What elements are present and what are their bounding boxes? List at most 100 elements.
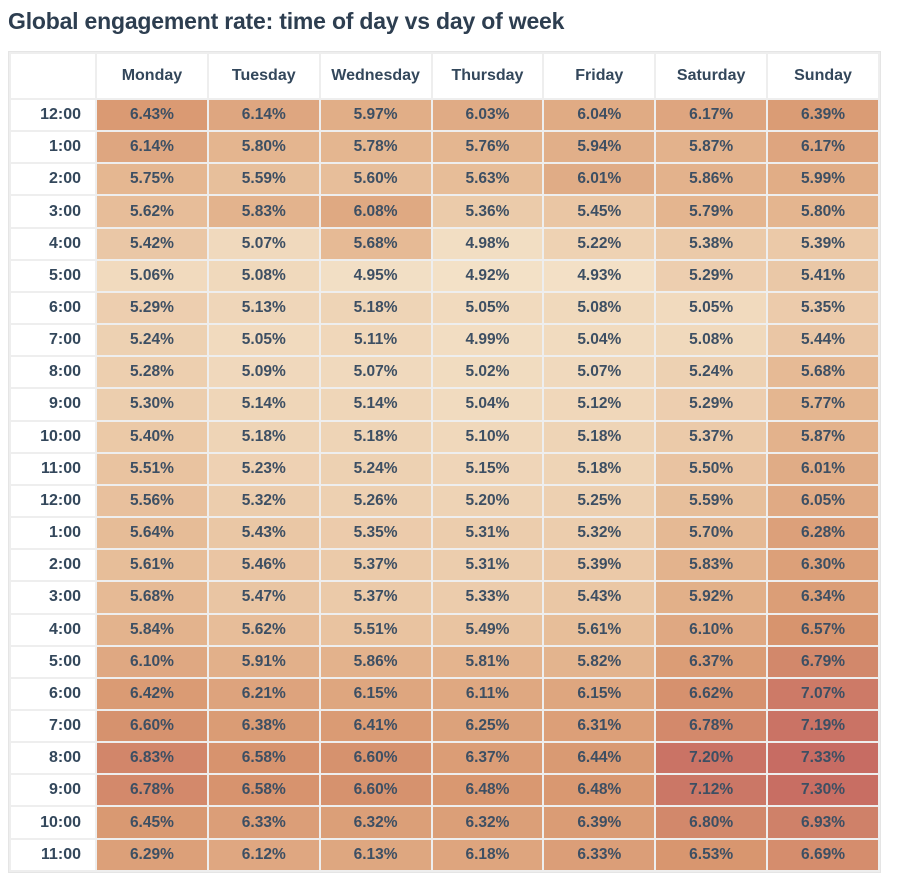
heatmap-row: 2:00 5.75% 5.59% 5.60% 5.63% 6.01% 5.86% 5.99% (11, 164, 878, 195)
heatmap-cell-saturday: 6.37% (656, 646, 767, 677)
heatmap-cell-wednesday: 5.11% (320, 325, 431, 356)
row-label: 3:00 (11, 196, 95, 227)
heatmap-cell-thursday: 5.76% (432, 132, 543, 163)
row-label: 10:00 (11, 807, 95, 838)
heatmap-cell-thursday: 5.05% (432, 292, 543, 324)
heatmap-cell-wednesday: 5.14% (320, 389, 431, 420)
heatmap-cell-friday: 5.39% (544, 550, 655, 581)
heatmap-cell-tuesday: 5.83% (208, 196, 319, 227)
heatmap-cell-friday: 5.32% (544, 518, 655, 549)
heatmap-cell-thursday: 5.49% (432, 614, 543, 645)
heatmap-cell-tuesday: 5.07% (208, 228, 319, 259)
heatmap-cell-thursday: 6.37% (432, 743, 543, 774)
heatmap-cell-sunday: 5.80% (768, 196, 878, 227)
row-label: 9:00 (11, 775, 95, 806)
heatmap-cell-wednesday: 5.26% (320, 485, 431, 517)
heatmap-cell-monday: 6.45% (97, 807, 207, 838)
heatmap-cell-wednesday: 5.60% (320, 164, 431, 195)
heatmap-cell-saturday: 5.87% (656, 132, 767, 163)
heatmap-cell-wednesday: 6.41% (320, 710, 431, 742)
heatmap-cell-monday: 6.29% (97, 839, 207, 870)
heatmap-row: 2:00 5.61% 5.46% 5.37% 5.31% 5.39% 5.83% 6.30% (11, 550, 878, 581)
heatmap-cell-sunday: 6.17% (768, 132, 878, 163)
heatmap-cell-friday: 6.04% (544, 100, 655, 131)
row-label: 8:00 (11, 743, 95, 774)
heatmap-cell-tuesday: 5.80% (208, 132, 319, 163)
heatmap-row: 3:00 5.62% 5.83% 6.08% 5.36% 5.45% 5.79% 5.80% (11, 196, 878, 227)
heatmap-cell-wednesday: 6.60% (320, 775, 431, 806)
heatmap-cell-sunday: 6.79% (768, 646, 878, 677)
heatmap-cell-wednesday: 5.37% (320, 582, 431, 613)
heatmap-cell-monday: 5.42% (97, 228, 207, 259)
column-header-row: Monday Tuesday Wednesday Thursday Friday Satu… (11, 54, 878, 98)
heatmap-cell-friday: 6.39% (544, 807, 655, 838)
heatmap-cell-monday: 5.75% (97, 164, 207, 195)
heatmap-cell-monday: 6.43% (97, 100, 207, 131)
heatmap-cell-friday: 6.44% (544, 743, 655, 774)
heatmap-row: 11:00 6.29% 6.12% 6.13% 6.18% 6.33% 6.53% 6.69% (11, 839, 878, 870)
heatmap-cell-tuesday: 6.33% (208, 807, 319, 838)
heatmap-cell-thursday: 5.63% (432, 164, 543, 195)
heatmap-cell-thursday: 5.10% (432, 421, 543, 452)
heatmap-row: 12:00 5.56% 5.32% 5.26% 5.20% 5.25% 5.59% 6.05% (11, 485, 878, 517)
column-header-saturday: Saturday (656, 54, 767, 98)
heatmap-cell-thursday: 5.04% (432, 389, 543, 420)
row-label: 2:00 (11, 550, 95, 581)
row-label: 8:00 (11, 357, 95, 388)
heatmap-cell-friday: 5.94% (544, 132, 655, 163)
heatmap-cell-sunday: 5.44% (768, 325, 878, 356)
heatmap-row: 4:00 5.42% 5.07% 5.68% 4.98% 5.22% 5.38% 5.39% (11, 228, 878, 259)
column-header-sunday: Sunday (768, 54, 878, 98)
heatmap-cell-monday: 5.29% (97, 292, 207, 324)
heatmap-cell-sunday: 5.77% (768, 389, 878, 420)
heatmap-cell-sunday: 7.07% (768, 678, 878, 709)
heatmap-cell-tuesday: 5.18% (208, 421, 319, 452)
row-label: 11:00 (11, 839, 95, 870)
row-label: 1:00 (11, 132, 95, 163)
heatmap-cell-wednesday: 5.97% (320, 100, 431, 131)
column-header-monday: Monday (97, 54, 207, 98)
heatmap-cell-friday: 5.61% (544, 614, 655, 645)
heatmap-cell-friday: 5.07% (544, 357, 655, 388)
heatmap-cell-saturday: 6.80% (656, 807, 767, 838)
heatmap-cell-friday: 6.01% (544, 164, 655, 195)
heatmap-row: 6:00 5.29% 5.13% 5.18% 5.05% 5.08% 5.05% 5.35% (11, 292, 878, 324)
heatmap-cell-friday: 5.45% (544, 196, 655, 227)
heatmap-cell-monday: 5.56% (97, 485, 207, 517)
heatmap-cell-tuesday: 5.08% (208, 260, 319, 291)
column-header-tuesday: Tuesday (208, 54, 319, 98)
heatmap-cell-tuesday: 5.91% (208, 646, 319, 677)
heatmap-cell-thursday: 4.92% (432, 260, 543, 291)
heatmap-cell-saturday: 5.24% (656, 357, 767, 388)
heatmap-cell-friday: 4.93% (544, 260, 655, 291)
heatmap-cell-wednesday: 6.15% (320, 678, 431, 709)
heatmap-cell-wednesday: 6.32% (320, 807, 431, 838)
row-label: 9:00 (11, 389, 95, 420)
heatmap-cell-saturday: 5.38% (656, 228, 767, 259)
heatmap-table-container: Monday Tuesday Wednesday Thursday Friday Satu… (8, 51, 881, 873)
heatmap-cell-friday: 5.22% (544, 228, 655, 259)
heatmap-cell-thursday: 5.33% (432, 582, 543, 613)
heatmap-cell-tuesday: 5.47% (208, 582, 319, 613)
row-label: 10:00 (11, 421, 95, 452)
heatmap-cell-thursday: 6.25% (432, 710, 543, 742)
heatmap-cell-sunday: 6.28% (768, 518, 878, 549)
heatmap-cell-thursday: 5.02% (432, 357, 543, 388)
heatmap-cell-saturday: 5.83% (656, 550, 767, 581)
heatmap-cell-thursday: 5.81% (432, 646, 543, 677)
heatmap-cell-monday: 5.68% (97, 582, 207, 613)
heatmap-cell-saturday: 5.50% (656, 453, 767, 484)
heatmap-cell-thursday: 5.31% (432, 518, 543, 549)
heatmap-cell-tuesday: 6.38% (208, 710, 319, 742)
heatmap-cell-sunday: 6.57% (768, 614, 878, 645)
heatmap-cell-tuesday: 5.23% (208, 453, 319, 484)
heatmap-body: 12:00 6.43% 6.14% 5.97% 6.03% 6.04% 6.17% 6.39%… (11, 100, 878, 870)
heatmap-cell-saturday: 5.29% (656, 389, 767, 420)
corner-cell (11, 54, 95, 98)
heatmap-cell-sunday: 5.39% (768, 228, 878, 259)
heatmap-cell-sunday: 5.99% (768, 164, 878, 195)
heatmap-cell-wednesday: 4.95% (320, 260, 431, 291)
heatmap-cell-monday: 5.64% (97, 518, 207, 549)
heatmap-cell-sunday: 5.87% (768, 421, 878, 452)
heatmap-cell-friday: 5.18% (544, 453, 655, 484)
